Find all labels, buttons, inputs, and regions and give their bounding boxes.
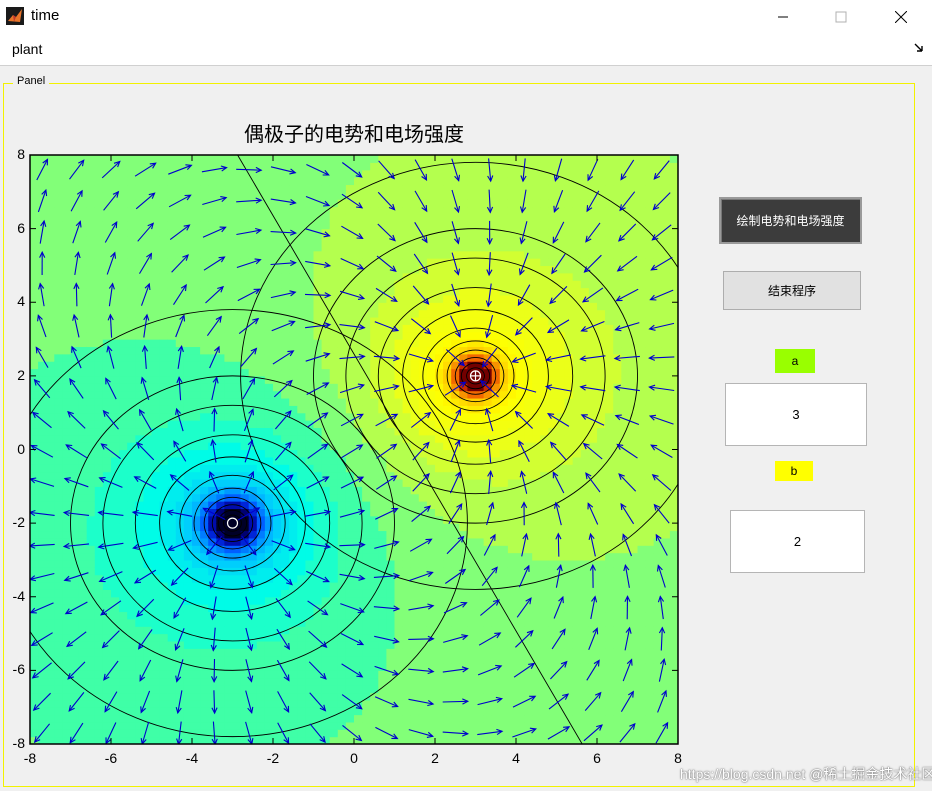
x-tick-label: 0 (350, 750, 358, 766)
y-tick-label: 8 (17, 146, 25, 162)
y-tick-label: -4 (12, 587, 25, 604)
x-tick-label: 4 (512, 750, 520, 766)
x-tick-label: 6 (593, 750, 601, 766)
y-tick-label: 0 (17, 440, 25, 457)
input-b[interactable] (730, 510, 865, 573)
label-a: a (775, 349, 815, 373)
draw-potential-button[interactable]: 绘制电势和电场强度 (719, 197, 862, 244)
y-tick-label: 6 (17, 219, 25, 236)
watermark: https://blog.csdn.net @稀土掘金技术社区 (680, 766, 932, 782)
exit-program-button[interactable]: 结束程序 (723, 271, 861, 310)
y-tick-label: -8 (12, 735, 25, 751)
y-tick-label: 4 (17, 293, 25, 310)
x-tick-label: -8 (23, 750, 37, 766)
label-b: b (775, 461, 813, 481)
x-tick-label: 2 (431, 750, 439, 766)
positive-charge-marker (469, 370, 482, 382)
y-tick-label: 2 (17, 366, 25, 383)
y-tick-label: -2 (12, 514, 25, 531)
x-tick-label: -4 (185, 750, 199, 766)
input-a[interactable] (725, 383, 867, 446)
x-tick-label: -2 (266, 750, 280, 766)
x-tick-label: -6 (104, 750, 118, 766)
y-tick-label: -6 (12, 661, 25, 678)
